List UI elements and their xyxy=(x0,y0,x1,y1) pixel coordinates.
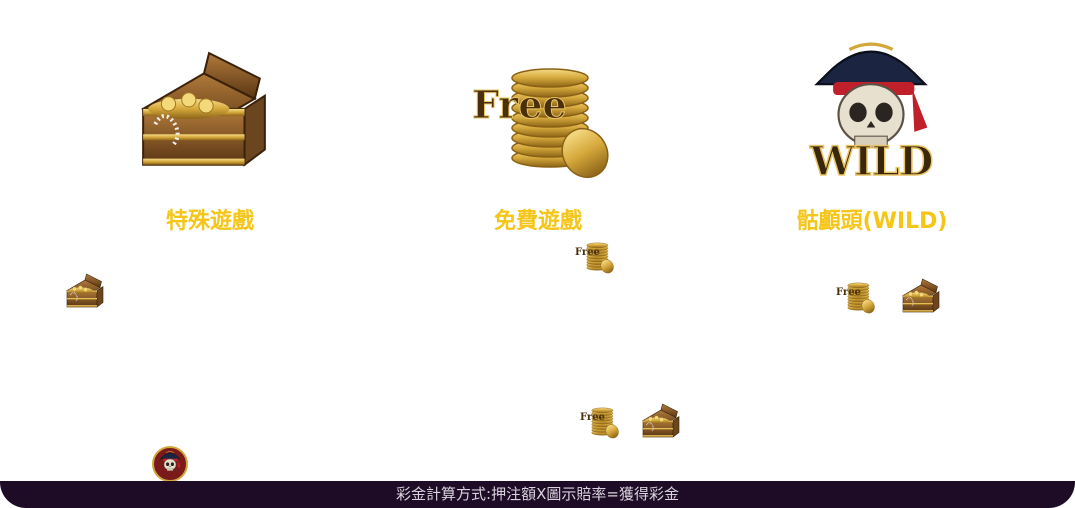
small-free-coins-icon: Free xyxy=(836,278,878,316)
small-chest-icon xyxy=(640,400,682,444)
skull-coin-icon xyxy=(152,446,188,482)
small-free-coins-icon: Free xyxy=(575,238,617,276)
symbol-title-wild: 骷顱頭(WILD) xyxy=(796,209,948,234)
payout-formula-text: 彩金計算方式:押注額X圖示賠率=獲得彩金 xyxy=(396,485,679,503)
treasure-chest-icon xyxy=(133,36,275,192)
free-label: Free xyxy=(472,82,568,128)
small-free-coins-icon: Free xyxy=(580,403,622,441)
small-chest-icon xyxy=(900,275,942,319)
symbol-card-special-game xyxy=(133,36,275,192)
payout-formula-bar: 彩金計算方式:押注額X圖示賠率=獲得彩金 xyxy=(0,481,1075,508)
symbol-card-wild: WILD xyxy=(806,40,936,186)
wild-label: WILD xyxy=(809,137,934,186)
symbol-title-free-game: 免費遊戲 xyxy=(493,209,582,234)
symbol-card-free-game: Free xyxy=(470,52,618,187)
small-chest-icon xyxy=(64,270,106,314)
pirate-skull-wild-icon xyxy=(815,42,929,149)
symbol-title-special-game: 特殊遊戲 xyxy=(165,209,254,234)
